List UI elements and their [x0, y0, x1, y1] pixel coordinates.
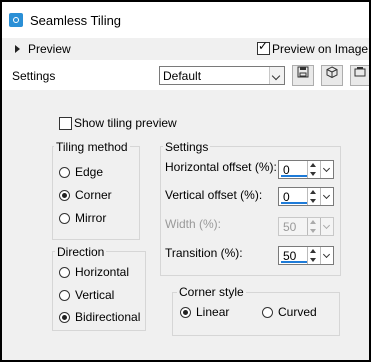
- option-label: Bidirectional: [75, 310, 141, 324]
- preset-value: Default: [163, 69, 202, 83]
- spin-down-icon[interactable]: [310, 258, 316, 262]
- dialog-body: Show tiling preview Tiling method Edge C…: [2, 90, 369, 360]
- horizontal-offset-label: Horizontal offset (%):: [165, 160, 277, 174]
- preset-dropdown[interactable]: Default: [159, 66, 285, 85]
- spin-down-icon: [310, 229, 316, 233]
- option-label: Edge: [75, 165, 104, 179]
- width-spinbox: 50: [278, 217, 334, 236]
- preview-toggle[interactable]: Preview: [28, 42, 71, 56]
- reset-button[interactable]: [350, 65, 369, 86]
- vertical-offset-label: Vertical offset (%):: [165, 188, 263, 202]
- width-label: Width (%):: [165, 217, 222, 231]
- direction-vertical[interactable]: Vertical: [59, 288, 114, 302]
- radio-icon: [59, 212, 70, 224]
- preview-on-image-label[interactable]: Preview on Image: [272, 42, 368, 56]
- value-underline: [281, 261, 307, 263]
- option-label: Corner: [75, 188, 112, 202]
- settings-bar: Settings Default: [2, 60, 369, 90]
- direction-bidirectional[interactable]: Bidirectional: [59, 310, 140, 324]
- randomize-icon: [326, 66, 338, 79]
- seamless-tiling-dialog: Seamless Tiling Preview ✓ Preview on Ima…: [0, 0, 371, 362]
- corner-style-curved[interactable]: Curved: [262, 305, 317, 319]
- reset-icon: [354, 67, 366, 77]
- window-title: Seamless Tiling: [30, 13, 122, 28]
- spin-up-icon[interactable]: [310, 190, 316, 194]
- dropdown-arrow-icon[interactable]: [320, 161, 334, 178]
- spin-up-icon: [310, 220, 316, 224]
- settings-group-title: Settings: [163, 140, 211, 154]
- tiling-method-title: Tiling method: [54, 140, 130, 154]
- randomize-button[interactable]: [321, 65, 343, 86]
- option-label: Curved: [278, 305, 317, 319]
- horizontal-offset-spinbox[interactable]: 0: [278, 160, 334, 179]
- spin-buttons[interactable]: [307, 188, 320, 205]
- spin-down-icon[interactable]: [310, 172, 316, 176]
- save-preset-button[interactable]: [292, 65, 314, 86]
- option-label: Mirror: [75, 211, 107, 225]
- spin-up-icon[interactable]: [310, 163, 316, 167]
- check-mark-icon: ✓: [258, 39, 269, 53]
- spin-up-icon[interactable]: [310, 249, 316, 253]
- dropdown-arrow-icon[interactable]: [320, 188, 334, 205]
- option-label: Vertical: [75, 288, 115, 302]
- transition-label: Transition (%):: [165, 246, 243, 260]
- radio-icon: [59, 289, 70, 301]
- settings-label: Settings: [12, 69, 56, 83]
- radio-selected-icon: [59, 189, 70, 201]
- radio-icon: [59, 166, 70, 178]
- option-label: Horizontal: [75, 265, 130, 279]
- app-icon: [9, 13, 23, 27]
- preview-row: Preview ✓ Preview on Image: [2, 38, 369, 60]
- value-underline: [281, 175, 307, 177]
- title-bar: Seamless Tiling: [2, 2, 369, 38]
- expand-triangle-icon[interactable]: [15, 45, 20, 53]
- tiling-method-corner[interactable]: Corner: [59, 188, 112, 202]
- spin-buttons[interactable]: [307, 161, 320, 178]
- show-tiling-preview-label[interactable]: Show tiling preview: [74, 116, 177, 130]
- dropdown-arrow-icon: [320, 218, 334, 235]
- transition-spinbox[interactable]: 50: [278, 246, 334, 265]
- save-preset-icon: [297, 66, 309, 78]
- preview-on-image-checkbox[interactable]: ✓: [257, 39, 270, 55]
- radio-icon: [262, 306, 273, 318]
- dropdown-arrow-icon[interactable]: [269, 67, 284, 84]
- width-value: 50: [283, 220, 297, 234]
- tiling-method-mirror[interactable]: Mirror: [59, 211, 106, 225]
- direction-title: Direction: [55, 245, 107, 259]
- show-tiling-preview-checkbox[interactable]: [59, 117, 72, 130]
- vertical-offset-spinbox[interactable]: 0: [278, 187, 334, 206]
- spin-buttons[interactable]: [307, 247, 320, 264]
- direction-horizontal[interactable]: Horizontal: [59, 265, 129, 279]
- radio-selected-icon: [180, 306, 191, 318]
- corner-style-title: Corner style: [177, 285, 246, 299]
- dropdown-arrow-icon[interactable]: [320, 247, 334, 264]
- spin-down-icon[interactable]: [310, 199, 316, 203]
- radio-selected-icon: [59, 311, 70, 323]
- option-label: Linear: [196, 305, 230, 319]
- radio-icon: [59, 266, 70, 278]
- value-underline: [281, 202, 307, 204]
- corner-style-linear[interactable]: Linear: [180, 305, 229, 319]
- spin-buttons: [307, 218, 320, 235]
- tiling-method-edge[interactable]: Edge: [59, 165, 103, 179]
